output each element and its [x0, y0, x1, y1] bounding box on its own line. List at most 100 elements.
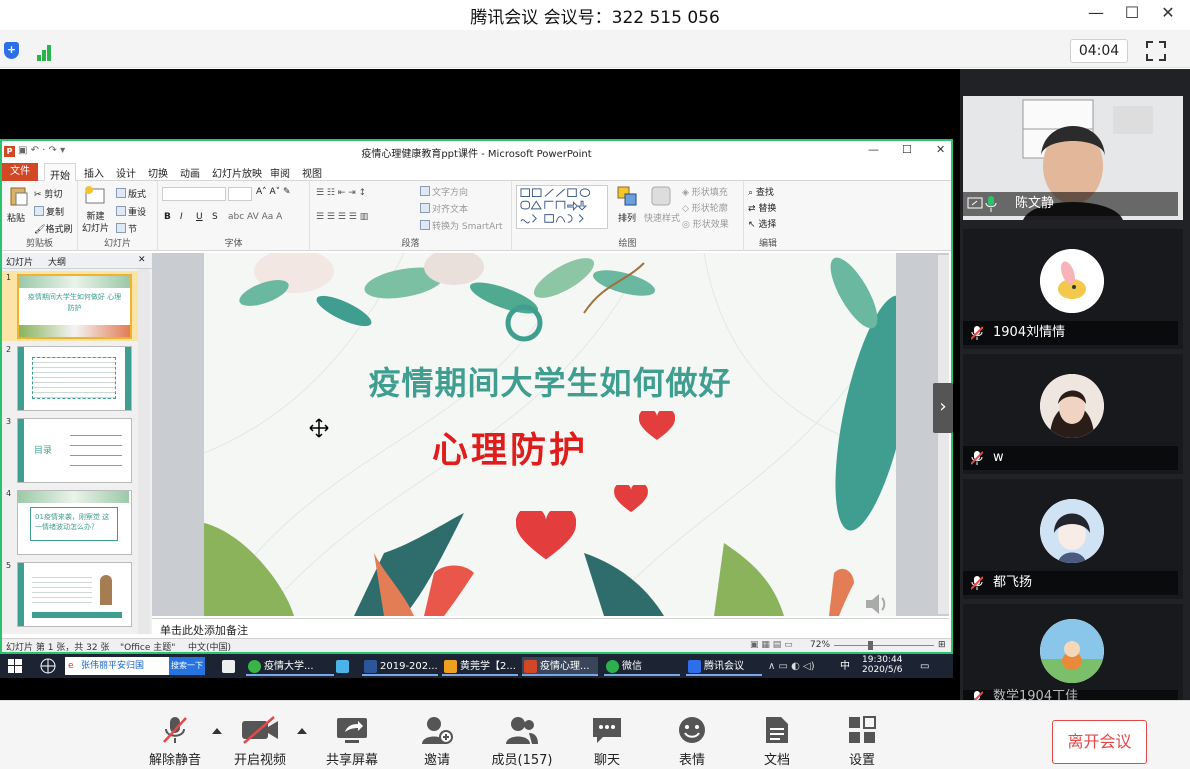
quick-style-button[interactable]: 快速样式 — [644, 211, 680, 224]
taskbar-clock[interactable]: 19:30:44 2020/5/6 — [862, 655, 902, 675]
taskbar-item-word[interactable]: 2019-202... — [362, 657, 438, 676]
find-button[interactable]: ⌕ 查找 — [748, 185, 774, 198]
format-painter-button[interactable]: 🖌格式刷 — [34, 222, 72, 235]
taskbar-item-powerpoint[interactable]: 疫情心理... — [522, 657, 598, 676]
expand-panel-arrow-icon[interactable]: › — [933, 383, 953, 433]
tab-file[interactable]: 文件 — [2, 163, 38, 181]
text-direction-button[interactable]: 文字方向 — [420, 185, 468, 198]
new-slide-button[interactable]: 新建 幻灯片 — [82, 211, 109, 235]
slide-thumb-2[interactable]: 2 — [2, 343, 138, 413]
settings-button[interactable]: 设置 — [822, 715, 902, 769]
current-slide[interactable]: 疫情期间大学生如何做好 心理防护 — [204, 253, 896, 616]
tab-insert[interactable]: 插入 — [84, 165, 104, 180]
zoom-slider[interactable] — [834, 645, 934, 646]
tab-home[interactable]: 开始 — [44, 163, 76, 182]
start-video-button[interactable]: 开启视频 — [220, 715, 300, 769]
align-text-button[interactable]: 对齐文本 — [420, 202, 468, 215]
chat-button[interactable]: 聊天 — [567, 715, 647, 769]
tab-transitions[interactable]: 切换 — [148, 165, 168, 180]
tab-slides[interactable]: 幻灯片 — [6, 255, 33, 268]
shadow-button[interactable]: S — [212, 212, 218, 222]
font-grow-shrink-buttons[interactable]: A˄ A˅ ✎ — [256, 187, 291, 197]
taskbar-item-tencent-meeting[interactable]: 腾讯会议 — [686, 657, 762, 676]
view-buttons[interactable]: ▣ ▦ ▤ ▭ — [750, 640, 793, 650]
underline-button[interactable]: U — [196, 212, 203, 222]
participant-tile[interactable]: w — [963, 354, 1183, 474]
panel-close-icon[interactable]: ✕ — [138, 255, 146, 265]
taskbar-item-app[interactable]: 黄莞学【2... — [442, 657, 518, 676]
taskbar-item-browser[interactable]: 疫情大学... — [246, 657, 334, 676]
taskbar-search-box[interactable]: e 张伟丽平安归国 搜索一下 — [65, 657, 205, 675]
tab-review[interactable]: 审阅 — [270, 165, 290, 180]
font-extra-buttons[interactable]: abc AV Aa A — [228, 212, 282, 222]
fit-slide-icon[interactable]: ⊞ — [938, 640, 946, 650]
minimize-button[interactable]: — — [1082, 2, 1110, 26]
slide-thumb-5[interactable]: 5 — [2, 559, 138, 629]
slide-title[interactable]: 疫情期间大学生如何做好 — [204, 358, 896, 404]
close-button[interactable]: ✕ — [1154, 2, 1182, 26]
documents-button[interactable]: 文档 — [737, 715, 817, 769]
italic-button[interactable]: I — [180, 212, 183, 222]
fullscreen-icon[interactable] — [1145, 40, 1167, 62]
notes-pane[interactable]: 单击此处添加备注 — [152, 618, 949, 637]
participant-tile[interactable]: 陈文静 — [963, 96, 1183, 220]
ppt-maximize-button[interactable]: ☐ — [902, 143, 912, 156]
bold-button[interactable]: B — [164, 212, 171, 222]
shape-fill-button[interactable]: ◈ 形状填充 — [682, 185, 728, 198]
shape-effects-button[interactable]: ◎ 形状效果 — [682, 217, 729, 230]
reset-button[interactable]: 重设 — [116, 205, 146, 218]
section-button[interactable]: 节 — [116, 222, 137, 235]
slide-scrollbar[interactable] — [896, 253, 949, 616]
ime-indicator[interactable]: 中 — [840, 657, 850, 676]
copy-button[interactable]: 复制 — [34, 205, 64, 218]
thumbnail-scrollbar[interactable] — [138, 269, 150, 634]
slide-thumb-3[interactable]: 3 目录 — [2, 415, 138, 485]
speaker-icon[interactable] — [864, 593, 890, 615]
slide-thumb-4[interactable]: 4 01疫情来袭，刚察觉 这一情绪波动怎么办？ — [2, 487, 138, 557]
pinwheel-icon[interactable] — [40, 658, 56, 674]
taskbar-file-icon[interactable] — [218, 657, 242, 676]
arrange-button[interactable]: 排列 — [618, 211, 636, 224]
shapes-gallery[interactable] — [516, 185, 608, 229]
tab-outline[interactable]: 大纲 — [48, 255, 66, 268]
windows-start-icon[interactable] — [8, 659, 22, 673]
security-shield-icon[interactable]: + — [4, 42, 19, 59]
video-options-caret-icon[interactable] — [297, 728, 307, 734]
notification-icon[interactable]: ▭ — [920, 657, 929, 676]
members-button[interactable]: 成员(157) — [482, 715, 562, 769]
taskbar-player-icon[interactable] — [330, 657, 356, 676]
shape-outline-button[interactable]: ◇ 形状轮廓 — [682, 201, 728, 214]
tab-view[interactable]: 视图 — [302, 165, 322, 180]
zoom-slider-thumb[interactable] — [868, 641, 873, 650]
maximize-button[interactable]: ☐ — [1118, 2, 1146, 26]
select-button[interactable]: ↖ 选择 — [748, 217, 776, 230]
tab-animations[interactable]: 动画 — [180, 165, 200, 180]
system-tray-icons[interactable]: ∧ ▭ ◐ ◁) — [768, 657, 815, 676]
tab-slideshow[interactable]: 幻灯片放映 — [212, 165, 262, 180]
layout-button[interactable]: 版式 — [116, 187, 146, 200]
reactions-button[interactable]: 表情 — [652, 715, 732, 769]
participant-tile[interactable]: 都飞扬 — [963, 479, 1183, 599]
smartart-button[interactable]: 转换为 SmartArt — [420, 219, 502, 232]
invite-button[interactable]: 邀请 — [397, 715, 477, 769]
search-go-button[interactable]: 搜索一下 — [169, 657, 205, 675]
paste-button[interactable]: 粘贴 — [7, 211, 25, 224]
ppt-minimize-button[interactable]: — — [868, 143, 879, 156]
share-screen-button[interactable]: 共享屏幕 — [312, 715, 392, 769]
align-buttons[interactable]: ☰ ☰ ☰ ☰ ▥ — [316, 212, 368, 222]
tab-design[interactable]: 设计 — [116, 165, 136, 180]
participant-tile[interactable]: 数学1904丁佳 — [963, 604, 1183, 700]
slide-subtitle[interactable]: 心理防护 — [204, 421, 816, 473]
cut-button[interactable]: ✂ 剪切 — [34, 187, 62, 200]
network-signal-icon[interactable] — [37, 41, 55, 61]
participant-tile[interactable]: 1904刘情情 — [963, 229, 1183, 349]
replace-button[interactable]: ⇄ 替换 — [748, 201, 776, 214]
taskbar-item-wechat[interactable]: 微信 — [604, 657, 680, 676]
leave-meeting-button[interactable]: 离开会议 — [1052, 720, 1147, 764]
slide-thumb-1[interactable]: 1 疫情期间大学生如何做好 心理防护 — [2, 271, 138, 341]
font-size-select[interactable] — [228, 187, 252, 201]
ppt-close-button[interactable]: ✕ — [936, 143, 945, 156]
font-name-select[interactable] — [162, 187, 226, 201]
unmute-button[interactable]: 解除静音 — [135, 715, 215, 769]
list-buttons[interactable]: ☰ ☷ ⇤ ⇥ ↕ — [316, 188, 366, 198]
